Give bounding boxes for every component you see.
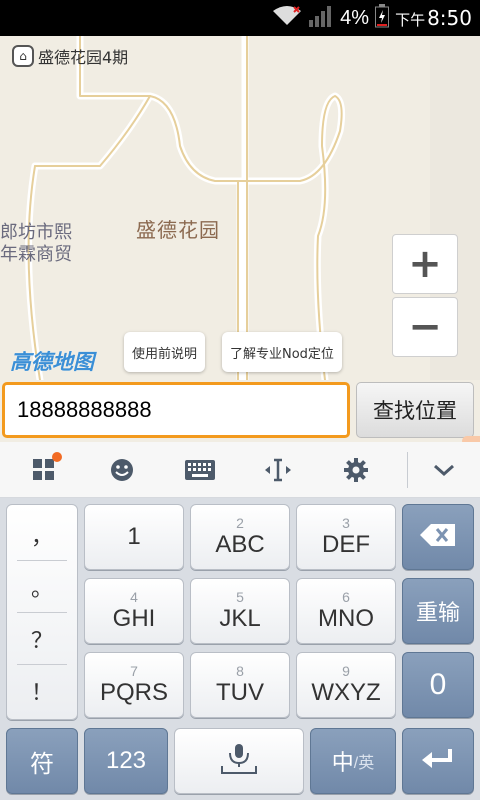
punct-period[interactable]: 。 <box>17 561 67 613</box>
punct-exclaim[interactable]: ！ <box>17 665 67 717</box>
enter-icon <box>420 747 456 776</box>
zoom-in-button[interactable]: + <box>392 234 458 294</box>
city-label-line1: 郎坊市熙 <box>0 222 72 243</box>
poi-marker[interactable]: ⌂ 盛德花园4期 <box>12 44 128 68</box>
key-5-num: 5 <box>236 589 244 605</box>
toolbar-divider <box>407 452 408 488</box>
key-8-num: 8 <box>236 663 244 679</box>
battery-percent: 4% <box>340 6 370 29</box>
punct-comma[interactable]: ， <box>17 509 67 561</box>
backspace-button[interactable] <box>402 504 474 570</box>
clock: 下午 8:50 <box>395 6 472 30</box>
key-2[interactable]: 2 ABC <box>190 504 290 570</box>
numbers-key[interactable]: 123 <box>84 728 168 794</box>
clock-time: 8:50 <box>427 6 472 30</box>
map-view[interactable]: ⌂ 盛德花园4期 盛德花园 郎坊市熙 年霖商贸 + − 高德地图 使用前说明 了… <box>0 36 480 380</box>
key-5-letters: JKL <box>219 605 261 632</box>
cursor-icon[interactable] <box>248 442 308 498</box>
key-7-letters: PQRS <box>99 679 168 706</box>
key-6-letters: MNO <box>318 605 374 632</box>
key-4-letters: GHI <box>112 605 156 632</box>
zoom-out-button[interactable]: − <box>392 297 458 357</box>
area-label: 盛德花园 <box>136 218 220 242</box>
key-9-letters: WXYZ <box>311 679 381 706</box>
chevron-down-icon[interactable] <box>414 442 474 498</box>
city-label: 郎坊市熙 年霖商贸 <box>0 222 72 266</box>
key-0[interactable]: 0 <box>402 652 474 718</box>
home-pin-icon: ⌂ <box>12 45 34 67</box>
punct-question[interactable]: ？ <box>17 613 67 665</box>
key-4[interactable]: 4 GHI <box>84 578 184 644</box>
key-6[interactable]: 6 MNO <box>296 578 396 644</box>
key-3-letters: DEF <box>322 531 370 558</box>
signal-icon <box>308 4 334 32</box>
apps-icon[interactable] <box>14 442 74 498</box>
space-key[interactable] <box>174 728 304 794</box>
punctuation-column: ， 。 ？ ！ <box>6 504 78 720</box>
key-1-letters: 1 <box>127 523 141 550</box>
gear-icon[interactable] <box>326 442 386 498</box>
amap-logo: 高德地图 <box>10 350 94 374</box>
key-8-letters: TUV <box>216 679 264 706</box>
instructions-bubble[interactable]: 使用前说明 <box>124 332 206 372</box>
notification-dot <box>52 452 62 462</box>
key-2-num: 2 <box>236 515 244 531</box>
reinput-label: 重输 <box>415 600 460 625</box>
key-0-label: 0 <box>429 668 447 701</box>
emoji-icon[interactable] <box>92 442 152 498</box>
search-row: 查找位置 <box>0 380 480 446</box>
wifi-icon <box>272 5 302 31</box>
key-9-num: 9 <box>342 663 350 679</box>
clock-period: 下午 <box>395 11 426 29</box>
key-7[interactable]: 7 PQRS <box>84 652 184 718</box>
language-toggle-key[interactable]: 中 /英 <box>310 728 396 794</box>
keyboard-icon[interactable] <box>170 442 230 498</box>
key-9[interactable]: 9 WXYZ <box>296 652 396 718</box>
key-3-num: 3 <box>342 515 350 531</box>
find-location-button[interactable]: 查找位置 <box>356 382 474 438</box>
key-7-num: 7 <box>130 663 138 679</box>
poi-label: 盛德花园4期 <box>38 48 129 67</box>
reinput-button[interactable]: 重输 <box>402 578 474 644</box>
city-label-line2: 年霖商贸 <box>0 244 72 265</box>
numbers-key-label: 123 <box>105 747 147 774</box>
mic-icon <box>219 742 259 781</box>
status-icons: 4% 下午 8:50 <box>272 0 472 36</box>
phone-input[interactable] <box>2 382 350 438</box>
key-2-letters: ABC <box>215 531 265 558</box>
enter-key[interactable] <box>402 728 474 794</box>
t9-keyboard: ， 。 ？ ！ 1 2 ABC 3 DEF 4 GHI 5 JKL 6 MNO <box>0 498 480 800</box>
lang-primary: 中 <box>331 750 354 775</box>
key-4-num: 4 <box>130 589 138 605</box>
key-8[interactable]: 8 TUV <box>190 652 290 718</box>
backspace-icon <box>419 523 457 552</box>
status-bar: 4% 下午 8:50 <box>0 0 480 36</box>
key-6-num: 6 <box>342 589 350 605</box>
symbol-key-label: 符 <box>30 750 54 778</box>
symbol-key[interactable]: 符 <box>6 728 78 794</box>
learn-more-bubble[interactable]: 了解专业Nod定位 <box>222 332 342 372</box>
key-3[interactable]: 3 DEF <box>296 504 396 570</box>
key-5[interactable]: 5 JKL <box>190 578 290 644</box>
ime-toolbar <box>0 442 480 498</box>
key-1[interactable]: 1 <box>84 504 184 570</box>
battery-icon <box>375 4 390 32</box>
lang-secondary: /英 <box>353 755 375 772</box>
